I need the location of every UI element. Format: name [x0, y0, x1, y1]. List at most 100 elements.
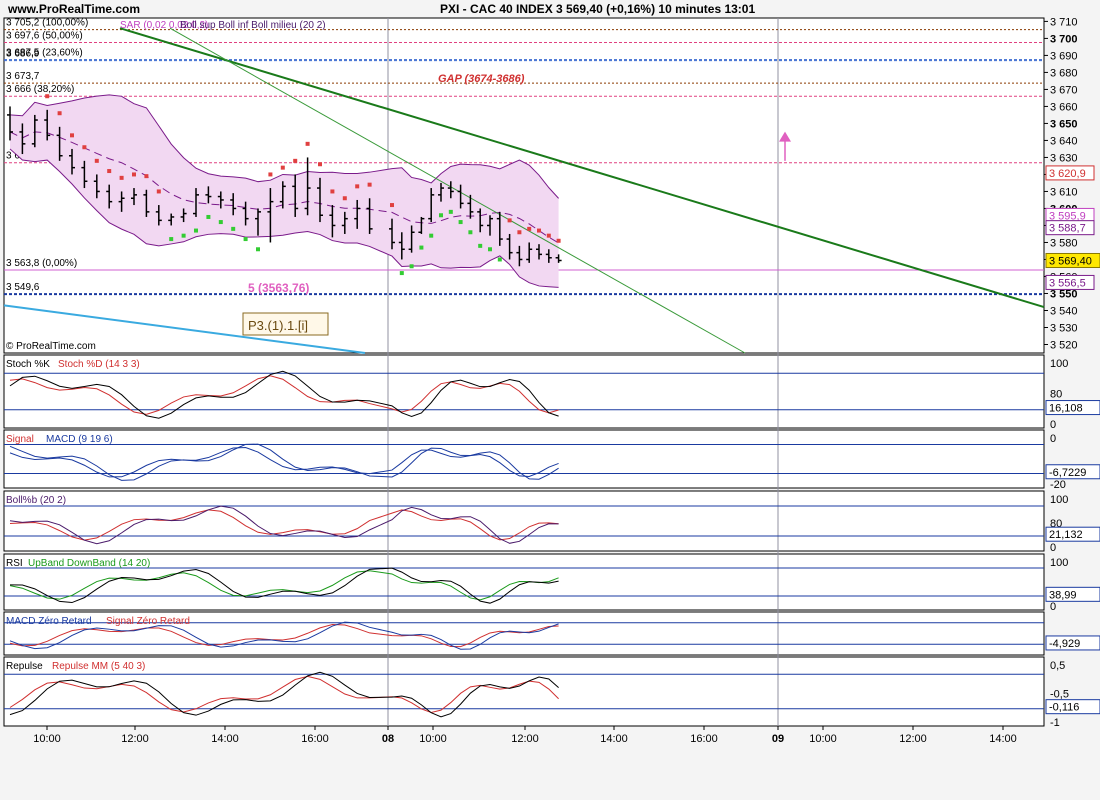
sar-dot — [517, 230, 522, 235]
fib-label: 3 666 (38,20%) — [6, 84, 74, 95]
panel-legend: RSI — [6, 558, 23, 569]
sar-dot — [399, 271, 404, 276]
x-tick-label: 16:00 — [301, 733, 329, 745]
wave-label: P3.(1).1.[i] — [248, 318, 308, 333]
sar-dot — [305, 141, 310, 146]
copyright: © ProRealTime.com — [6, 341, 96, 352]
panel-legend: Stoch %D (14 3 3) — [58, 359, 140, 370]
panel-value-label: 16,108 — [1049, 403, 1083, 415]
sar-dot — [556, 238, 561, 243]
y-tick-label: 3 610 — [1050, 186, 1078, 198]
x-tick-label: 10:00 — [419, 733, 447, 745]
sar-dot — [448, 209, 453, 214]
panel-legend: Repulse — [6, 661, 43, 672]
panel-tick-label: -1 — [1050, 717, 1060, 729]
x-tick-label: 14:00 — [211, 733, 239, 745]
sar-dot — [409, 264, 414, 269]
panel-tick-label: 0 — [1050, 433, 1056, 445]
y-tick-label: 3 650 — [1050, 118, 1078, 130]
value-tag-label: 3 556,5 — [1049, 277, 1086, 289]
sar-dot — [243, 237, 248, 242]
sar-dot — [419, 245, 424, 250]
panel-value-label: -4,929 — [1049, 638, 1080, 650]
x-tick-label: 12:00 — [899, 733, 927, 745]
panel-tick-label: 0 — [1050, 419, 1056, 431]
sar-dot — [268, 172, 273, 177]
sar-dot — [439, 213, 443, 218]
panel-legend: Signal — [6, 434, 34, 445]
fib-label: 3 705,2 (100,00%) — [6, 18, 88, 29]
sar-dot — [458, 220, 463, 225]
x-tick-label: 09 — [772, 733, 784, 745]
boll-legend: Boll sup Boll inf Boll milieu (20 2) — [180, 20, 326, 31]
sar-dot — [256, 247, 260, 252]
fib-label: 3 697,6 (50,00%) — [6, 30, 83, 41]
x-tick-label: 12:00 — [511, 733, 539, 745]
panel-legend: Boll%b (20 2) — [6, 495, 66, 506]
panel-repulse — [3, 656, 1045, 727]
sar-dot — [330, 189, 335, 194]
sar-dot — [156, 189, 161, 194]
x-tick-label: 12:00 — [121, 733, 149, 745]
y-tick-label: 3 680 — [1050, 67, 1078, 79]
fib-label: 3 686,9 — [6, 49, 40, 60]
fib-label: 3 563,8 (0,00%) — [6, 258, 77, 269]
y-tick-label: 3 710 — [1050, 16, 1078, 28]
y-tick-label: 3 690 — [1050, 50, 1078, 62]
x-tick-label: 16:00 — [690, 733, 718, 745]
panel-tick-label: 0 — [1050, 601, 1056, 613]
x-tick-label: 08 — [382, 733, 394, 745]
sar-dot — [468, 230, 473, 235]
panel-bollb — [3, 490, 1045, 552]
sar-dot — [194, 228, 198, 233]
sar-dot — [390, 203, 394, 208]
y-tick-label: 3 640 — [1050, 135, 1078, 147]
y-tick-label: 3 520 — [1050, 339, 1078, 351]
sar-dot — [488, 247, 492, 252]
sar-dot — [57, 111, 62, 116]
panel-legend: MACD (9 19 6) — [46, 434, 113, 445]
sar-dot — [367, 182, 372, 187]
sar-dot — [537, 228, 541, 233]
panel-tick-label: 80 — [1050, 389, 1062, 401]
sar-dot — [107, 169, 112, 174]
x-tick-label: 10:00 — [809, 733, 837, 745]
sar-dot — [355, 184, 360, 189]
panel-tick-label: -0,5 — [1050, 689, 1069, 701]
x-tick-label: 14:00 — [989, 733, 1017, 745]
fib-label: 3 673,7 — [6, 71, 40, 82]
value-tag-label: 3 588,7 — [1049, 223, 1086, 235]
sar-dot — [527, 226, 532, 231]
x-tick-label: 14:00 — [600, 733, 628, 745]
y-tick-label: 3 550 — [1050, 288, 1078, 300]
sar-dot — [293, 158, 298, 163]
sar-dot — [94, 158, 99, 163]
sar-dot — [218, 220, 223, 225]
sar-dot — [45, 94, 50, 99]
y-tick-label: 3 670 — [1050, 84, 1078, 96]
panel-stoch — [3, 354, 1045, 429]
y-tick-label: 3 700 — [1050, 33, 1078, 45]
panel-tick-label: 100 — [1050, 557, 1068, 569]
panel-value-label: 21,132 — [1049, 529, 1083, 541]
gap-label: GAP (3674-3686) — [438, 73, 525, 85]
chart-svg: 10:00 12:00 14:00 16:00 08 10:00 12:00 14:00 16:… — [0, 0, 1100, 800]
panel-legend: Repulse MM (5 40 3) — [52, 661, 145, 672]
panel-legend: Signal Zéro Retard — [106, 616, 190, 627]
sar-dot — [181, 233, 186, 238]
sar-dot — [119, 175, 124, 180]
panel-value-label: 38,99 — [1049, 589, 1077, 601]
panel-legend: UpBand DownBand (14 20) — [28, 558, 150, 569]
value-tag-label: 3 569,40 — [1049, 255, 1092, 267]
value-tag-label: 3 620,9 — [1049, 168, 1086, 180]
sar-dot — [280, 165, 285, 170]
sar-dot — [318, 162, 322, 167]
site-name[interactable]: www.ProRealTime.com — [7, 2, 140, 16]
sar-dot — [507, 218, 512, 223]
y-tick-label: 3 540 — [1050, 305, 1078, 317]
sar-dot — [144, 174, 149, 179]
panel-tick-label: -20 — [1050, 479, 1066, 491]
sar-dot — [169, 237, 174, 242]
y-tick-label: 3 580 — [1050, 237, 1078, 249]
y-tick-label: 3 530 — [1050, 322, 1078, 334]
